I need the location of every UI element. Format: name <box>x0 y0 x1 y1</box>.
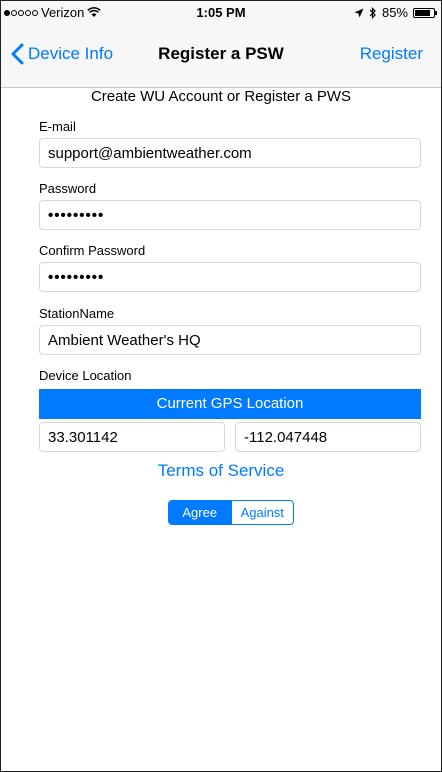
chevron-left-icon <box>11 43 24 65</box>
bluetooth-icon <box>369 6 376 19</box>
password-label: Password <box>39 181 97 196</box>
terms-of-service-link[interactable]: Terms of Service <box>1 461 441 481</box>
latitude-field[interactable]: 33.301142 <box>39 422 225 452</box>
station-name-value: Ambient Weather's HQ <box>48 331 201 349</box>
longitude-value: -112.047448 <box>244 428 328 446</box>
email-label: E-mail <box>39 119 76 134</box>
navigation-bar: Device Info Register a PSW Register <box>1 23 441 88</box>
device-location-label: Device Location <box>39 368 132 383</box>
current-gps-location-button[interactable]: Current GPS Location <box>39 389 421 419</box>
register-button[interactable]: Register <box>360 44 423 64</box>
password-field[interactable]: ••••••••• <box>39 200 421 230</box>
latitude-value: 33.301142 <box>48 428 118 446</box>
device-frame: Verizon 1:05 PM 85% Device Info Register… <box>0 0 442 772</box>
email-value: support@ambientweather.com <box>48 144 252 162</box>
email-field[interactable]: support@ambientweather.com <box>39 138 421 168</box>
password-mask: ••••••••• <box>48 206 105 224</box>
confirm-password-mask: ••••••••• <box>48 268 105 286</box>
status-bar: Verizon 1:05 PM 85% <box>1 1 441 23</box>
against-segment[interactable]: Against <box>230 501 294 524</box>
location-arrow-icon <box>354 8 364 17</box>
battery-icon <box>413 7 437 18</box>
longitude-field[interactable]: -112.047448 <box>235 422 421 452</box>
agreement-segmented-control: Agree Against <box>168 500 294 525</box>
status-right: 85% <box>354 5 437 20</box>
back-button[interactable]: Device Info <box>11 43 113 65</box>
form-heading: Create WU Account or Register a PWS <box>90 88 352 105</box>
battery-level-fill <box>415 9 431 16</box>
confirm-password-label: Confirm Password <box>39 243 146 258</box>
station-name-field[interactable]: Ambient Weather's HQ <box>39 325 421 355</box>
station-name-label: StationName <box>39 306 115 321</box>
back-button-label: Device Info <box>28 44 114 63</box>
agree-segment[interactable]: Agree <box>169 501 231 524</box>
battery-percent: 85% <box>381 5 408 20</box>
confirm-password-field[interactable]: ••••••••• <box>39 262 421 292</box>
